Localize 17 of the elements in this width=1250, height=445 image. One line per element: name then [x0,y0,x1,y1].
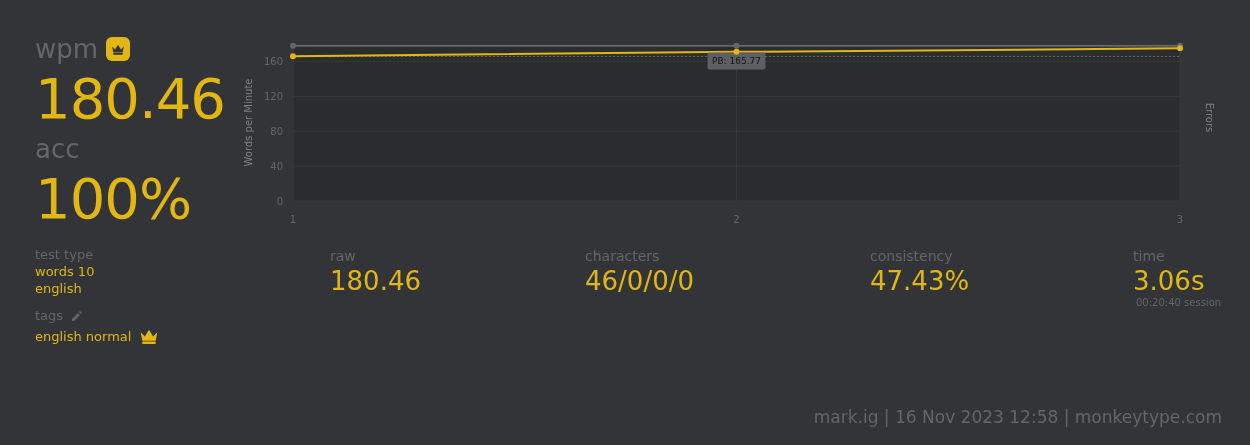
crown-icon [139,329,160,344]
wpm-value: 180.46 [35,66,226,132]
stat-value: 47.43% [870,265,970,297]
y-axis-title: Errors [1204,102,1215,133]
pb-label: PB: 165.77 [707,52,766,70]
tag-name: english normal [35,328,132,345]
stat-value: 180.46 [330,265,421,297]
test-type-value: words 10 [35,263,96,280]
data-point [290,53,296,60]
stat-value: 46/0/0/0 [585,265,694,297]
edit-icon[interactable] [71,309,84,322]
y-axis-title: Words per Minute [243,78,254,167]
stat-value: 3.06s [1133,265,1205,297]
acc-value: 100% [35,166,193,232]
test-type-value: english [35,280,83,297]
data-point [290,42,296,49]
ref-line-label: PB: 165.77 [712,56,761,67]
